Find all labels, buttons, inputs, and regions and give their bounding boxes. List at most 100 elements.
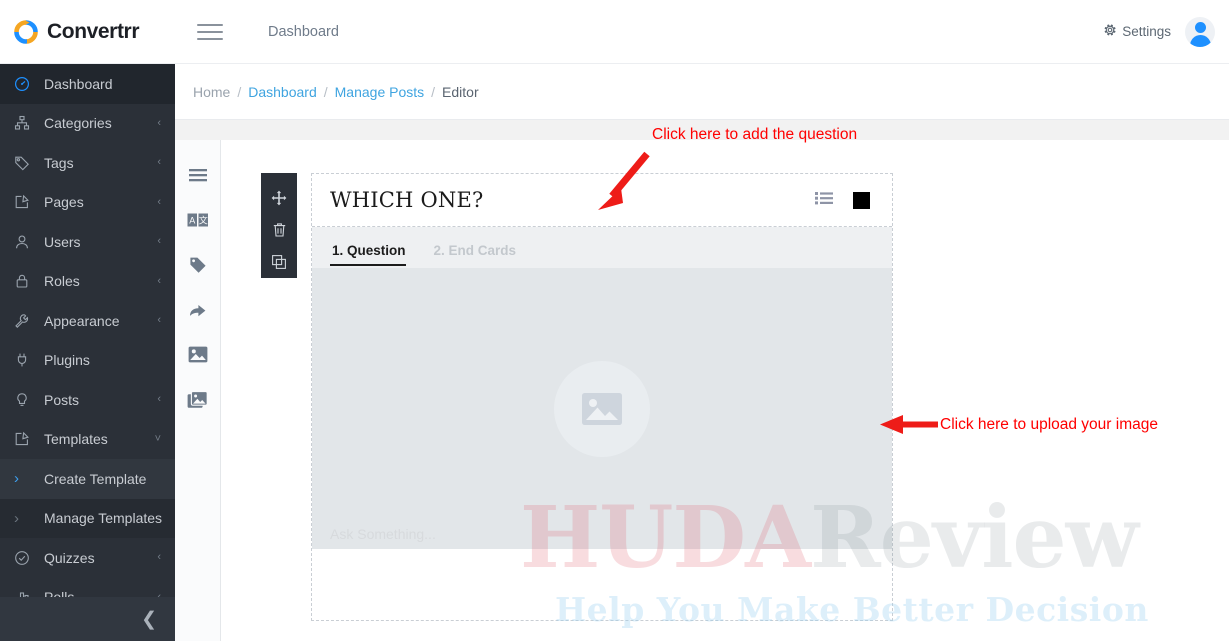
brand[interactable]: Convertrr — [0, 18, 175, 46]
page-edit-icon — [14, 431, 36, 447]
bulb-icon — [14, 392, 36, 408]
app-root: Convertrr Dashboard Settings Dashboard C… — [0, 0, 1229, 641]
sidebar-item-caret: ‹ — [157, 156, 161, 169]
sidebar-item-create-template[interactable]: › Create Template — [0, 459, 175, 499]
image-icon[interactable] — [175, 332, 220, 377]
sidebar-item-label: Plugins — [44, 352, 90, 369]
breadcrumb-separator: / — [323, 83, 328, 100]
lock-icon — [14, 273, 36, 289]
chevron-down-icon: ˅ — [154, 432, 161, 445]
tag-icon[interactable] — [175, 242, 220, 287]
sitemap-icon — [14, 115, 36, 131]
hamburger-menu-icon[interactable] — [197, 19, 223, 45]
sidebar-item-caret: ‹ — [157, 116, 161, 129]
sidebar-item-caret: ‹ — [157, 551, 161, 564]
sidebar-item-label: Tags — [44, 154, 74, 171]
card-action-rail — [261, 173, 297, 278]
user-avatar-icon[interactable] — [1185, 16, 1215, 47]
sidebar-item-categories[interactable]: Categories ‹ — [0, 104, 175, 144]
translate-icon[interactable]: A文 — [175, 197, 220, 242]
sidebar-item-label: Quizzes — [44, 549, 95, 566]
tab-question[interactable]: 1. Question — [330, 243, 414, 268]
gallery-icon[interactable] — [175, 377, 220, 422]
sidebar-item-templates[interactable]: Templates ˅ — [0, 419, 175, 459]
avatar-body — [1189, 34, 1211, 47]
svg-text:A: A — [189, 215, 195, 225]
gear-icon — [1103, 23, 1117, 40]
check-circle-icon — [14, 550, 36, 566]
annotation-add-question-text: Click here to add the question — [652, 126, 858, 143]
annotation-upload-image-text: Click here to upload your image — [940, 416, 1158, 433]
breadcrumb: Home / Dashboard / Manage Posts / Editor — [175, 64, 1229, 120]
color-swatch-icon[interactable] — [853, 191, 870, 209]
chevron-left-icon: ❮ — [141, 608, 157, 630]
image-upload-button[interactable] — [554, 360, 650, 457]
sidebar-item-label: Templates — [44, 431, 108, 448]
duplicate-icon[interactable] — [261, 246, 297, 278]
user-icon — [14, 234, 36, 250]
sidebar-item-caret: ‹ — [157, 314, 161, 327]
sidebar-item-quizzes[interactable]: Quizzes ‹ — [0, 538, 175, 578]
avatar-head — [1194, 21, 1206, 33]
settings-button[interactable]: Settings — [1103, 23, 1171, 40]
tab-end-cards[interactable]: 2. End Cards — [432, 243, 525, 268]
main-area: Home / Dashboard / Manage Posts / Editor… — [175, 64, 1229, 641]
sidebar-item-label: Posts — [44, 391, 80, 408]
plug-icon — [14, 352, 36, 368]
breadcrumb-item-editor: Editor — [442, 83, 479, 100]
breadcrumb-separator: / — [431, 83, 436, 100]
sidebar-item-pages[interactable]: Pages ‹ — [0, 183, 175, 223]
sidebar-item-label: Users — [44, 233, 81, 250]
question-card: WHICH ONE? 1. Question 2. End Cards Ask … — [311, 173, 893, 621]
sidebar-item-label: Manage Templates — [44, 510, 163, 527]
sidebar-item-label: Appearance — [44, 312, 120, 329]
breadcrumb-item-manage-posts[interactable]: Manage Posts — [335, 84, 425, 100]
question-title-input[interactable]: WHICH ONE? — [330, 188, 815, 212]
sidebar-item-label: Dashboard — [44, 75, 113, 92]
circular-arrows-logo-icon — [12, 18, 40, 46]
sidebar-item-label: Create Template — [44, 470, 147, 487]
image-drop-area[interactable] — [312, 268, 892, 549]
sidebar-item-posts[interactable]: Posts ‹ — [0, 380, 175, 420]
sidebar-item-label: Pages — [44, 194, 84, 211]
topbar-right: Settings — [1103, 16, 1229, 47]
sidebar-item-caret: ‹ — [157, 195, 161, 208]
breadcrumb-item-home[interactable]: Home — [193, 84, 230, 100]
breadcrumb-item-dashboard[interactable]: Dashboard — [248, 84, 317, 100]
sidebar-item-manage-templates[interactable]: › Manage Templates — [0, 498, 175, 538]
share-arrow-icon[interactable] — [175, 287, 220, 332]
sidebar-item-caret: ‹ — [157, 393, 161, 406]
tag-icon — [14, 155, 36, 171]
wrench-icon — [14, 313, 36, 329]
bullet-list-icon[interactable] — [815, 191, 833, 210]
sidebar: Dashboard Categories ‹ Tags ‹ Pages ‹ Us… — [0, 64, 175, 641]
move-icon[interactable] — [261, 182, 297, 214]
sidebar-item-users[interactable]: Users ‹ — [0, 222, 175, 262]
sidebar-item-caret: ‹ — [157, 235, 161, 248]
settings-label: Settings — [1122, 24, 1171, 39]
question-header-icons — [815, 191, 870, 210]
svg-text:文: 文 — [198, 214, 207, 226]
sidebar-item-appearance[interactable]: Appearance ‹ — [0, 301, 175, 341]
sidebar-item-roles[interactable]: Roles ‹ — [0, 262, 175, 302]
page-edit-icon — [14, 194, 36, 210]
list-lines-icon[interactable] — [175, 152, 220, 197]
brand-name: Convertrr — [47, 19, 140, 43]
breadcrumb-separator: / — [237, 83, 242, 100]
content-band: A文 WHICH ONE? 1. Question 2. End Cards A… — [175, 120, 1229, 641]
editor-tool-rail: A文 — [175, 140, 220, 641]
sidebar-collapse-button[interactable]: ❮ — [0, 597, 175, 641]
image-placeholder-icon — [582, 392, 622, 425]
chevron-right-icon: › — [14, 470, 19, 488]
sidebar-item-dashboard[interactable]: Dashboard — [0, 64, 175, 104]
sidebar-item-caret: ‹ — [157, 274, 161, 287]
sidebar-item-plugins[interactable]: Plugins — [0, 341, 175, 381]
sidebar-item-tags[interactable]: Tags ‹ — [0, 143, 175, 183]
top-bar: Convertrr Dashboard Settings — [0, 0, 1229, 64]
top-page-title: Dashboard — [268, 23, 339, 40]
sidebar-item-label: Categories — [44, 115, 112, 132]
trash-icon[interactable] — [261, 214, 297, 246]
sidebar-item-label: Roles — [44, 273, 80, 290]
question-card-header: WHICH ONE? — [312, 174, 892, 227]
ask-something-placeholder[interactable]: Ask Something... — [330, 526, 436, 542]
